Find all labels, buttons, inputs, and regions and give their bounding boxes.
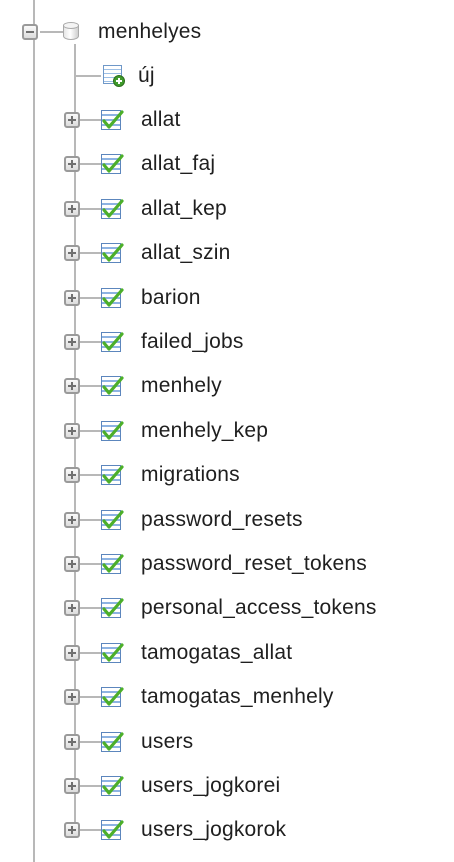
table-icon — [98, 819, 124, 841]
table-icon — [98, 198, 124, 220]
table-node[interactable]: personal_access_tokens — [0, 586, 454, 630]
table-node[interactable]: password_resets — [0, 498, 454, 542]
new-table-label[interactable]: új — [138, 64, 155, 88]
table-name[interactable]: password_reset_tokens — [141, 552, 367, 576]
expand-icon[interactable] — [64, 112, 80, 128]
new-table-icon — [101, 65, 125, 87]
table-name[interactable]: allat_faj — [141, 152, 215, 176]
expand-icon[interactable] — [64, 423, 80, 439]
table-name[interactable]: migrations — [141, 463, 240, 487]
table-icon — [98, 553, 124, 575]
expand-icon[interactable] — [64, 689, 80, 705]
table-node[interactable]: tamogatas_menhely — [0, 675, 454, 719]
table-name[interactable]: users_jogkorei — [141, 774, 280, 798]
expand-icon[interactable] — [64, 201, 80, 217]
new-table-node[interactable]: új — [0, 54, 454, 98]
expand-icon[interactable] — [64, 512, 80, 528]
table-node[interactable]: allat_faj — [0, 142, 454, 186]
tree-line — [75, 75, 101, 77]
table-icon — [98, 642, 124, 664]
expand-icon[interactable] — [64, 556, 80, 572]
expand-icon[interactable] — [64, 778, 80, 794]
table-node[interactable]: allat_kep — [0, 187, 454, 231]
expand-icon[interactable] — [64, 334, 80, 350]
database-icon — [63, 22, 79, 42]
expand-icon[interactable] — [64, 734, 80, 750]
table-node[interactable]: menhely_kep — [0, 409, 454, 453]
collapse-icon[interactable] — [22, 24, 38, 40]
table-node[interactable]: failed_jobs — [0, 320, 454, 364]
table-name[interactable]: users_jogkorok — [141, 818, 286, 842]
table-icon — [98, 242, 124, 264]
table-icon — [98, 375, 124, 397]
table-icon — [98, 731, 124, 753]
table-node[interactable]: users — [0, 720, 454, 764]
table-name[interactable]: tamogatas_allat — [141, 641, 292, 665]
navigation-tree: menhelyes új allat allat_faj allat_kepalla… — [0, 0, 454, 862]
table-node[interactable]: tamogatas_allat — [0, 631, 454, 675]
table-name[interactable]: allat_kep — [141, 197, 227, 221]
table-node[interactable]: menhely — [0, 364, 454, 408]
table-icon — [98, 509, 124, 531]
table-name[interactable]: barion — [141, 286, 201, 310]
expand-icon[interactable] — [64, 290, 80, 306]
table-icon — [98, 109, 124, 131]
table-node[interactable]: barion — [0, 276, 454, 320]
table-name[interactable]: users — [141, 730, 193, 754]
expand-icon[interactable] — [64, 600, 80, 616]
table-node[interactable]: allat_szin — [0, 231, 454, 275]
expand-icon[interactable] — [64, 156, 80, 172]
expand-icon[interactable] — [64, 467, 80, 483]
table-name[interactable]: allat_szin — [141, 241, 231, 265]
table-icon — [98, 686, 124, 708]
table-name[interactable]: tamogatas_menhely — [141, 685, 334, 709]
table-node[interactable]: allat — [0, 98, 454, 142]
table-icon — [98, 153, 124, 175]
table-icon — [98, 597, 124, 619]
table-node[interactable]: migrations — [0, 453, 454, 497]
database-node[interactable]: menhelyes — [0, 10, 454, 54]
table-name[interactable]: menhely — [141, 374, 222, 398]
expand-icon[interactable] — [64, 645, 80, 661]
table-name[interactable]: failed_jobs — [141, 330, 244, 354]
table-name[interactable]: password_resets — [141, 508, 303, 532]
table-name[interactable]: menhely_kep — [141, 419, 268, 443]
table-icon — [98, 287, 124, 309]
expand-icon[interactable] — [64, 245, 80, 261]
table-node[interactable]: password_reset_tokens — [0, 542, 454, 586]
table-icon — [98, 331, 124, 353]
table-node[interactable]: users_jogkorei — [0, 764, 454, 808]
expand-icon[interactable] — [64, 378, 80, 394]
table-icon — [98, 775, 124, 797]
table-icon — [98, 464, 124, 486]
table-icon — [98, 420, 124, 442]
table-name[interactable]: personal_access_tokens — [141, 596, 377, 620]
table-name[interactable]: allat — [141, 108, 181, 132]
table-node[interactable]: users_jogkorok — [0, 808, 454, 852]
database-name[interactable]: menhelyes — [98, 20, 201, 44]
expand-icon[interactable] — [64, 822, 80, 838]
